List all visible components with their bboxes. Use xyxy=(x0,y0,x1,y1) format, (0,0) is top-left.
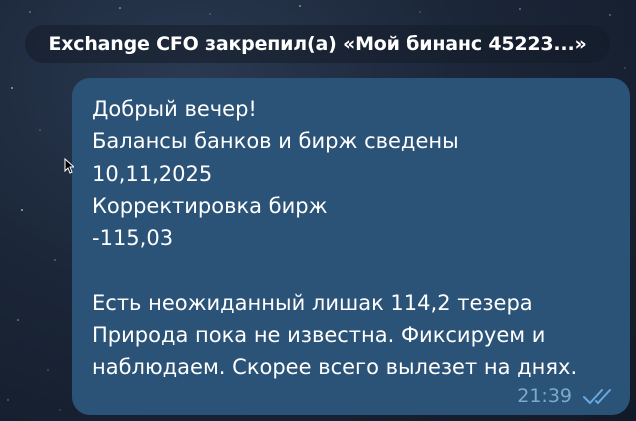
message-line: Корректировка бирж xyxy=(92,193,328,218)
message-line: Балансы банков и бирж сведены xyxy=(92,129,459,154)
pinned-message-text: Exchange CFO закрепил(а) «Мой бинанс 452… xyxy=(48,33,587,55)
message-line: Есть неожиданный лишак 114,2 тезера xyxy=(92,290,533,315)
pinned-message-notice[interactable]: Exchange CFO закрепил(а) «Мой бинанс 452… xyxy=(25,25,610,63)
double-check-icon xyxy=(583,389,611,404)
message-bubble[interactable]: Добрый вечер! Балансы банков и бирж свед… xyxy=(72,78,630,415)
message-meta: 21:39 xyxy=(517,385,616,407)
message-time: 21:39 xyxy=(517,385,572,407)
message-line: Добрый вечер! xyxy=(92,97,257,121)
message-line: Природа пока не известна. Фиксируем и xyxy=(92,323,546,348)
mouse-cursor-icon xyxy=(64,158,74,174)
message-line: -115,03 xyxy=(92,226,174,251)
message-line: наблюдаем. Скорее всего вылезет на днях. xyxy=(92,355,578,380)
message-line: 10,11,2025 xyxy=(92,161,213,186)
